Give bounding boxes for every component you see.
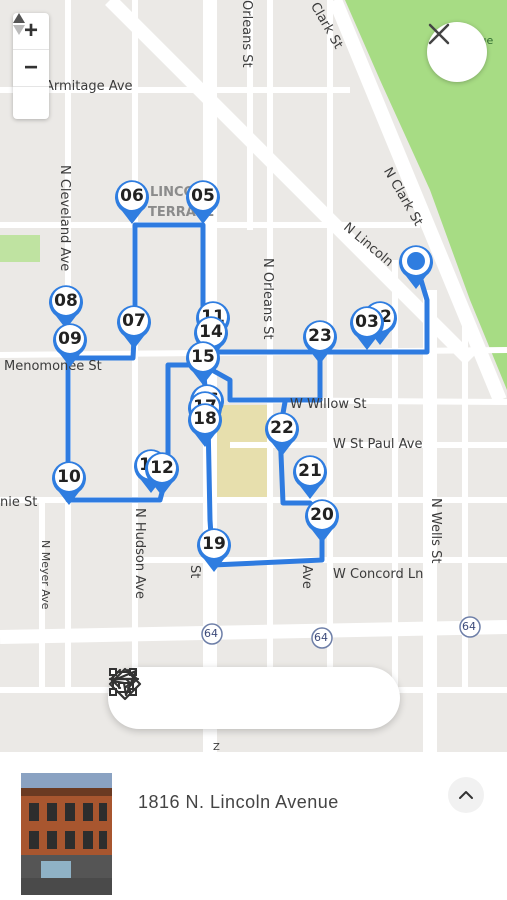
map-toolbar (108, 667, 400, 729)
street-label-orleans: N Orleans St (260, 258, 275, 340)
street-label-hudson: N Hudson Ave (132, 508, 147, 600)
arrow-right-icon (108, 668, 139, 690)
stop-pin[interactable]: 10 (50, 460, 88, 506)
stop-pin[interactable]: 18 (186, 402, 224, 448)
building-photo (21, 773, 112, 895)
route-shield-label: 64 (204, 627, 218, 640)
location-thumbnail[interactable] (21, 773, 112, 895)
route-shield-label: 64 (314, 631, 328, 644)
stop-pin[interactable]: 15 (184, 340, 222, 386)
street-label-willow: W Willow St (290, 397, 367, 412)
route-shield-label: 64 (462, 620, 476, 633)
stop-pin[interactable]: 09 (51, 322, 89, 368)
stop-pin[interactable]: 19 (195, 527, 233, 573)
street-label-cleveland: N Cleveland Ave (57, 165, 72, 272)
street-label-meyer: N Meyer Ave (39, 540, 52, 610)
chevron-up-icon (459, 791, 473, 799)
expand-button[interactable] (448, 777, 484, 813)
fit-bounds-button[interactable] (109, 668, 220, 718)
zoom-out-button[interactable]: − (13, 49, 49, 86)
directions-button[interactable] (108, 667, 328, 718)
street-label-wells: N Wells St (428, 498, 443, 564)
location-address: 1816 N. Lincoln Avenue (138, 792, 339, 812)
map-view[interactable]: 64 64 64 Armitage Ave Orleans St Clark S… (0, 0, 507, 752)
stop-pin[interactable]: 12 (143, 451, 181, 497)
stop-pin[interactable]: 05 (184, 179, 222, 225)
stop-pin[interactable]: 23 (301, 319, 339, 365)
map-canvas (0, 0, 507, 752)
close-icon (428, 23, 450, 45)
small-park (0, 235, 40, 262)
stop-pin[interactable]: 07 (115, 304, 153, 350)
stop-pin[interactable]: 06 (113, 179, 151, 225)
street-label-partial-ave: Ave (299, 565, 314, 589)
navigate-button[interactable] (110, 669, 274, 718)
street-label-eugenie: nie St (0, 495, 38, 510)
street-label-partial-z: Z (213, 742, 220, 752)
stop-pin[interactable]: 03 (348, 305, 386, 351)
street-label-st-paul: W St Paul Ave (333, 437, 423, 452)
route-line (65, 222, 430, 568)
street-label-concord: W Concord Ln (333, 567, 424, 582)
compass-icon (13, 13, 25, 35)
compass-button[interactable] (13, 13, 49, 119)
next-button[interactable] (108, 668, 383, 718)
close-button[interactable] (427, 22, 487, 82)
street-label-armitage: Armitage Ave (45, 79, 133, 94)
location-detail-panel[interactable]: 1816 N. Lincoln Avenue (0, 752, 507, 900)
current-location-pin[interactable] (397, 244, 435, 290)
stop-pin[interactable]: 21 (291, 454, 329, 500)
zoom-control: + − (13, 13, 49, 119)
stop-pin[interactable]: 20 (303, 498, 341, 544)
street-label-orleans-top: Orleans St (239, 0, 254, 68)
stop-pin[interactable]: 22 (263, 411, 301, 457)
